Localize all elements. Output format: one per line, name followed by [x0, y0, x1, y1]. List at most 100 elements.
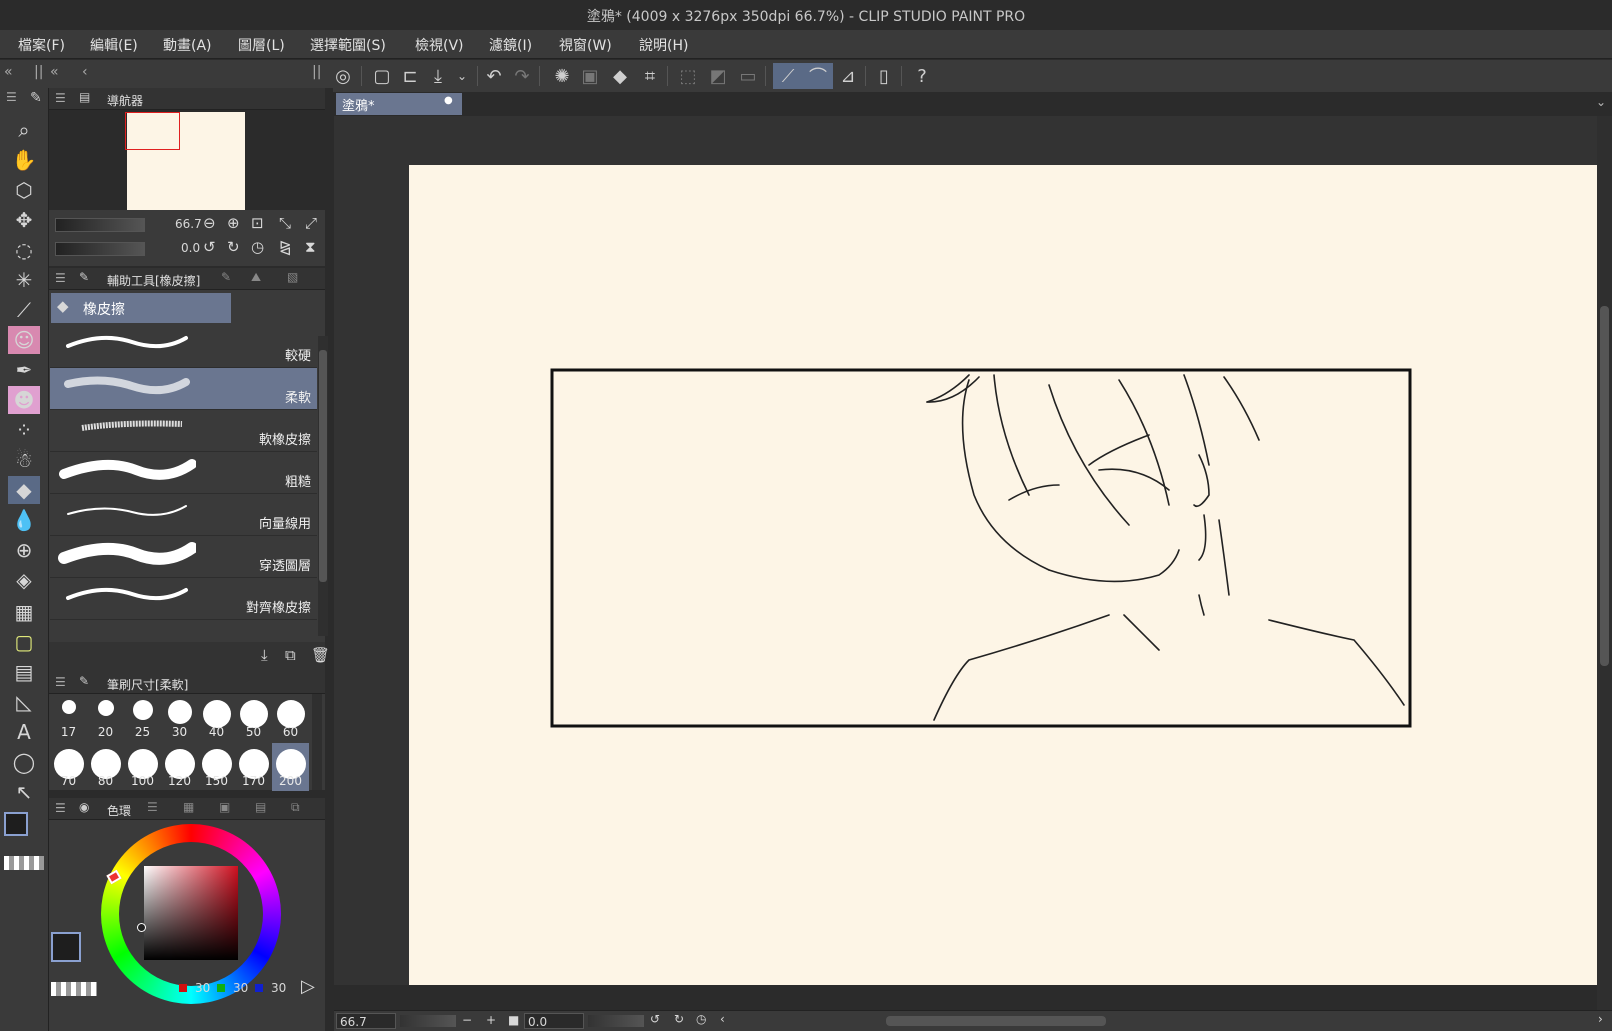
color-picker-marker[interactable]: [137, 923, 146, 932]
list-item[interactable]: 柔軟: [50, 368, 317, 410]
rotate-right-icon[interactable]: ↻: [674, 1012, 684, 1026]
list-item[interactable]: 對齊橡皮擦: [50, 578, 317, 620]
duplicate-icon[interactable]: ⧉: [285, 646, 296, 664]
list-item[interactable]: 粗糙: [50, 452, 317, 494]
brush-size-option[interactable]: 200: [272, 743, 309, 791]
move-tool-icon[interactable]: ✥: [8, 206, 40, 234]
smartphone-icon[interactable]: ▯: [871, 63, 897, 89]
subtool-title[interactable]: 輔助工具[橡皮擦]: [107, 272, 200, 289]
brush-size-option[interactable]: 120: [161, 743, 198, 791]
color-title[interactable]: 色環: [107, 802, 131, 819]
save-icon[interactable]: ⤓: [425, 63, 451, 89]
scrollbar-thumb[interactable]: [319, 350, 327, 582]
main-color-swatch[interactable]: [4, 812, 28, 836]
list-item[interactable]: 較硬: [50, 326, 317, 368]
chevron-left-icon[interactable]: ‹: [82, 64, 88, 80]
character-icon[interactable]: ☃: [8, 446, 40, 474]
menu-layer[interactable]: 圖層(L): [238, 35, 285, 55]
transparent-color-swatch[interactable]: [51, 982, 97, 996]
rotation-field[interactable]: 0.0: [524, 1013, 584, 1029]
horizontal-scroll-thumb[interactable]: [886, 1016, 1106, 1026]
ruler-tool-icon[interactable]: ◺: [8, 688, 40, 716]
figure-ruler-icon[interactable]: ⊕: [8, 536, 40, 564]
brush-size-option[interactable]: 30: [161, 694, 198, 742]
zoom-in-icon[interactable]: ⊕: [227, 214, 240, 232]
trash-icon[interactable]: 🗑: [311, 646, 330, 664]
menu-icon[interactable]: ☰: [55, 801, 66, 815]
document-tab[interactable]: 塗鴉* ●: [336, 93, 462, 115]
collapse-panel-icon[interactable]: «: [50, 64, 59, 80]
grip-icon[interactable]: ||: [312, 64, 321, 80]
tab-brush-shape-icon[interactable]: ⛰: [251, 270, 261, 285]
rotate-left-icon[interactable]: ↺: [650, 1012, 660, 1026]
menu-icon[interactable]: ☰: [6, 90, 17, 104]
menu-icon[interactable]: ☰: [55, 675, 66, 689]
fill-tool-icon[interactable]: ◈: [8, 566, 40, 594]
tab-history-icon[interactable]: ⧉: [291, 800, 300, 815]
brush-size-title[interactable]: 筆刷尺寸[柔軟]: [107, 676, 188, 693]
subtool-group-tab[interactable]: ◆ 橡皮擦: [51, 293, 231, 323]
hand-tool-icon[interactable]: ✋: [8, 146, 40, 174]
brush-size-option[interactable]: 100: [124, 743, 161, 791]
clip-studio-icon[interactable]: ◎: [330, 63, 356, 89]
balloon-icon[interactable]: ◯: [8, 748, 40, 776]
text-tool-icon[interactable]: A: [8, 718, 40, 746]
object-tool-icon[interactable]: ⬡: [8, 176, 40, 204]
import-icon[interactable]: ⤓: [261, 646, 268, 664]
zoom-slider[interactable]: [400, 1015, 456, 1027]
fit-navigator-icon[interactable]: ⤢: [305, 214, 317, 232]
rotation-slider[interactable]: [55, 242, 145, 256]
saturation-value-square[interactable]: [144, 866, 238, 960]
zoom-out-icon[interactable]: ⊖: [203, 214, 216, 232]
brush-size-option[interactable]: 60: [272, 694, 309, 742]
color-mode-icon[interactable]: ▷: [301, 976, 315, 997]
brush-size-scrollbar[interactable]: [312, 694, 322, 790]
snap-grid-icon[interactable]: ⊿: [835, 63, 861, 89]
collapse-left-icon[interactable]: «: [4, 64, 13, 80]
clear-outside-icon[interactable]: ▣: [577, 63, 603, 89]
fill-selection-icon[interactable]: ◆: [607, 63, 633, 89]
brush-size-option[interactable]: 150: [198, 743, 235, 791]
undo-icon[interactable]: ↶: [481, 63, 507, 89]
brush-size-option[interactable]: 170: [235, 743, 272, 791]
navigator-view-frame[interactable]: [125, 112, 180, 150]
menu-file[interactable]: 檔案(F): [18, 35, 65, 55]
magic-wand-icon[interactable]: ✳: [8, 266, 40, 294]
lasso-tool-icon[interactable]: ◌: [8, 236, 40, 264]
scroll-right-icon[interactable]: ›: [1598, 1012, 1603, 1026]
canvas-vertical-scrollbar[interactable]: [1597, 116, 1612, 1010]
menu-window[interactable]: 視窗(W): [559, 35, 612, 55]
navigator-preview[interactable]: [49, 110, 325, 210]
snap-special-ruler-icon[interactable]: ⌒: [803, 63, 833, 89]
actual-size-icon[interactable]: ■: [508, 1013, 519, 1027]
reset-rotation-icon[interactable]: ◷: [251, 238, 264, 256]
grip-icon[interactable]: ||: [34, 64, 43, 80]
show-selection-icon[interactable]: ▭: [735, 63, 761, 89]
menu-edit[interactable]: 編輯(E): [90, 35, 138, 55]
pen-tool-icon[interactable]: ✒: [8, 356, 40, 384]
ai-pose-icon[interactable]: ☺: [8, 326, 40, 354]
chevron-down-icon[interactable]: ⌄: [449, 63, 475, 89]
blend-tool-icon[interactable]: 💧: [8, 506, 40, 534]
open-folder-icon[interactable]: ⊏: [397, 63, 423, 89]
brush-size-option[interactable]: 25: [124, 694, 161, 742]
menu-selection[interactable]: 選擇範圍(S): [310, 35, 386, 55]
flip-vertical-icon[interactable]: ⧗: [305, 238, 316, 256]
brush-icon[interactable]: ✎: [30, 90, 42, 106]
help-icon[interactable]: ?: [909, 63, 935, 89]
deselect-icon[interactable]: ⬚: [675, 63, 701, 89]
menu-icon[interactable]: ☰: [55, 271, 66, 285]
chevron-down-icon[interactable]: ⌄: [1596, 95, 1606, 109]
brush-size-option[interactable]: 17: [50, 694, 87, 742]
tab-material-icon[interactable]: ▧: [287, 270, 298, 284]
brush-list-scrollbar[interactable]: [318, 336, 328, 636]
frame-border-icon[interactable]: ▤: [8, 658, 40, 686]
main-color-swatch[interactable]: [51, 932, 81, 962]
clear-icon[interactable]: ✺: [549, 63, 575, 89]
tab-intermediate-icon[interactable]: ▣: [219, 800, 230, 814]
rotation-slider[interactable]: [588, 1015, 644, 1027]
brush-size-option[interactable]: 20: [87, 694, 124, 742]
rotate-right-icon[interactable]: ↻: [227, 238, 240, 256]
list-item[interactable]: 軟橡皮擦: [50, 410, 317, 452]
brush-size-option[interactable]: 50: [235, 694, 272, 742]
